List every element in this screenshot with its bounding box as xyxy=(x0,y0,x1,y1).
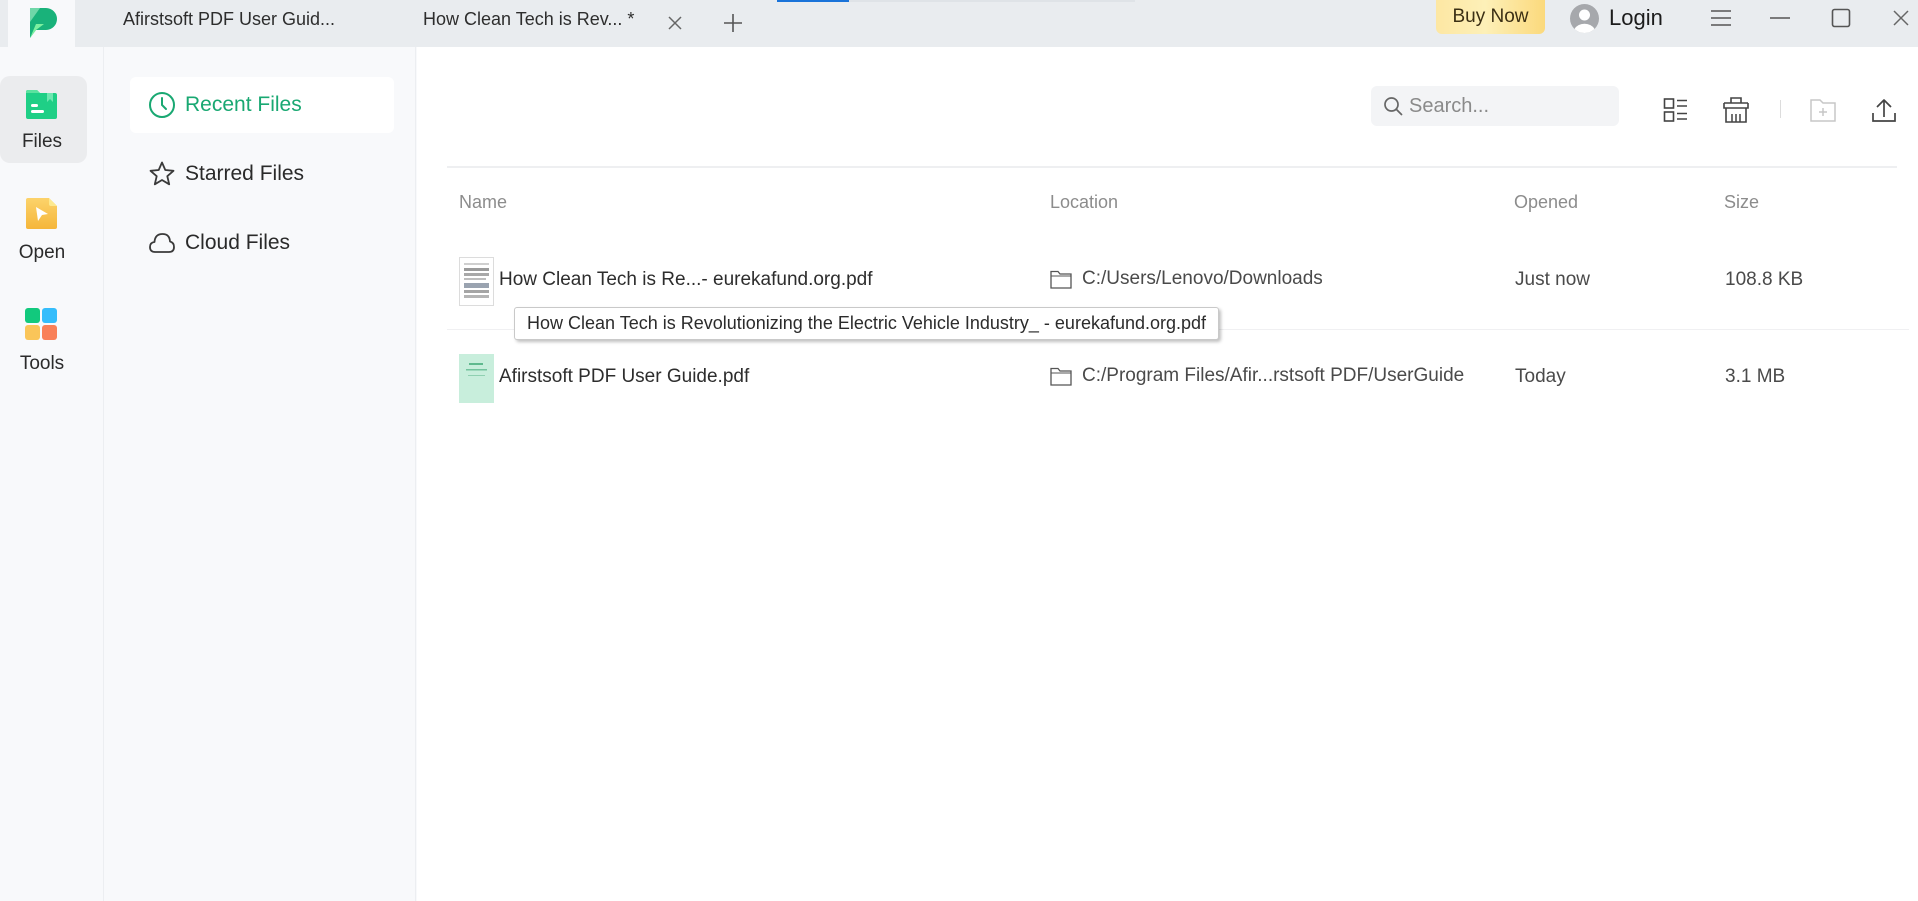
sidebar-item-recent-files[interactable]: Recent Files xyxy=(130,77,394,133)
upload-button[interactable] xyxy=(1870,96,1898,124)
file-size: 3.1 MB xyxy=(1725,366,1786,387)
sidebar-item-label: Cloud Files xyxy=(185,231,291,254)
column-header-location[interactable]: Location xyxy=(1050,192,1118,213)
hamburger-menu-icon xyxy=(1711,10,1731,26)
pdf-thumbnail xyxy=(459,257,494,306)
search-input[interactable] xyxy=(1409,94,1609,118)
tab-label: How Clean Tech is Rev... * xyxy=(423,9,635,29)
clock-icon xyxy=(148,91,176,119)
main-content: Name Location Opened Size How Clean Tech… xyxy=(417,47,1918,901)
cloud-icon xyxy=(148,229,176,257)
file-name: Afirstsoft PDF User Guide.pdf xyxy=(499,366,750,387)
star-icon xyxy=(148,160,176,188)
file-name: How Clean Tech is Re...- eurekafund.org.… xyxy=(499,269,873,290)
sidebar-item-starred-files[interactable]: Starred Files xyxy=(130,146,394,202)
close-window-button[interactable] xyxy=(1886,4,1916,32)
new-tab-button[interactable] xyxy=(721,11,745,35)
column-header-name[interactable]: Name xyxy=(459,192,507,213)
plus-icon xyxy=(724,14,742,32)
rail-item-open[interactable]: Open xyxy=(0,185,87,272)
column-header-opened[interactable]: Opened xyxy=(1514,192,1578,213)
file-opened: Today xyxy=(1515,366,1566,387)
upload-icon xyxy=(1872,99,1896,122)
login-label: Login xyxy=(1609,5,1663,30)
file-location-text: C:/Program Files/Afir...rstsoft PDF/User… xyxy=(1082,365,1465,386)
trash-icon xyxy=(1723,97,1749,123)
header-divider xyxy=(447,166,1897,168)
folder-outline-icon xyxy=(1050,270,1072,289)
tab-scroll-thumb[interactable] xyxy=(777,0,849,2)
tab-clean-tech[interactable]: How Clean Tech is Rev... * xyxy=(423,9,634,30)
login-button[interactable]: Login xyxy=(1570,2,1663,34)
close-tab-button[interactable] xyxy=(665,13,685,33)
file-location: C:/Users/Lenovo/Downloads xyxy=(1050,268,1323,290)
tab-label: Afirstsoft PDF User Guid... xyxy=(123,9,336,29)
app-logo-icon xyxy=(30,8,57,38)
sidebar-item-label: Recent Files xyxy=(185,93,302,116)
column-header-size[interactable]: Size xyxy=(1724,192,1759,213)
file-size: 108.8 KB xyxy=(1725,269,1804,290)
rail-label: Files xyxy=(21,131,63,152)
new-folder-icon xyxy=(1810,99,1836,122)
pdf-thumbnail xyxy=(459,354,494,403)
search-icon xyxy=(1384,97,1403,116)
rail-label: Open xyxy=(18,242,66,263)
open-file-icon xyxy=(26,198,57,229)
buy-now-button[interactable]: Buy Now xyxy=(1436,0,1545,34)
new-folder-button[interactable] xyxy=(1809,96,1837,124)
sidebar-item-label: Starred Files xyxy=(185,162,305,185)
home-tab[interactable] xyxy=(8,0,75,47)
left-rail: Files Open Tools xyxy=(0,47,104,901)
file-sidebar: Recent Files Starred Files Cloud Files xyxy=(105,47,416,901)
rail-label: Tools xyxy=(19,353,65,374)
maximize-button[interactable] xyxy=(1826,4,1856,32)
user-avatar-icon xyxy=(1570,3,1599,33)
list-view-icon xyxy=(1663,98,1687,122)
table-row[interactable]: Afirstsoft PDF User Guide.pdf C:/Program… xyxy=(447,331,1909,427)
minimize-icon xyxy=(1770,17,1790,19)
folder-icon xyxy=(26,90,57,119)
tab-user-guide[interactable]: Afirstsoft PDF User Guid... xyxy=(123,9,335,30)
sidebar-item-cloud-files[interactable]: Cloud Files xyxy=(130,215,394,271)
maximize-icon xyxy=(1831,8,1851,28)
minimize-button[interactable] xyxy=(1765,4,1795,32)
toolbar-divider xyxy=(1780,100,1781,118)
file-location: C:/Program Files/Afir...rstsoft PDF/User… xyxy=(1050,365,1464,387)
list-view-button[interactable] xyxy=(1662,96,1690,124)
folder-outline-icon xyxy=(1050,367,1072,386)
search-box[interactable] xyxy=(1371,86,1619,126)
title-bar: Afirstsoft PDF User Guid... How Clean Te… xyxy=(0,0,1918,47)
file-opened: Just now xyxy=(1515,269,1590,290)
file-location-text: C:/Users/Lenovo/Downloads xyxy=(1082,268,1323,289)
delete-button[interactable] xyxy=(1722,96,1750,124)
file-name-tooltip: How Clean Tech is Revolutionizing the El… xyxy=(514,307,1220,340)
menu-button[interactable] xyxy=(1706,4,1736,32)
rail-item-files[interactable]: Files xyxy=(0,76,87,163)
close-icon xyxy=(668,16,682,30)
close-icon xyxy=(1893,10,1909,26)
rail-item-tools[interactable]: Tools xyxy=(0,296,87,383)
tools-grid-icon xyxy=(25,308,57,340)
